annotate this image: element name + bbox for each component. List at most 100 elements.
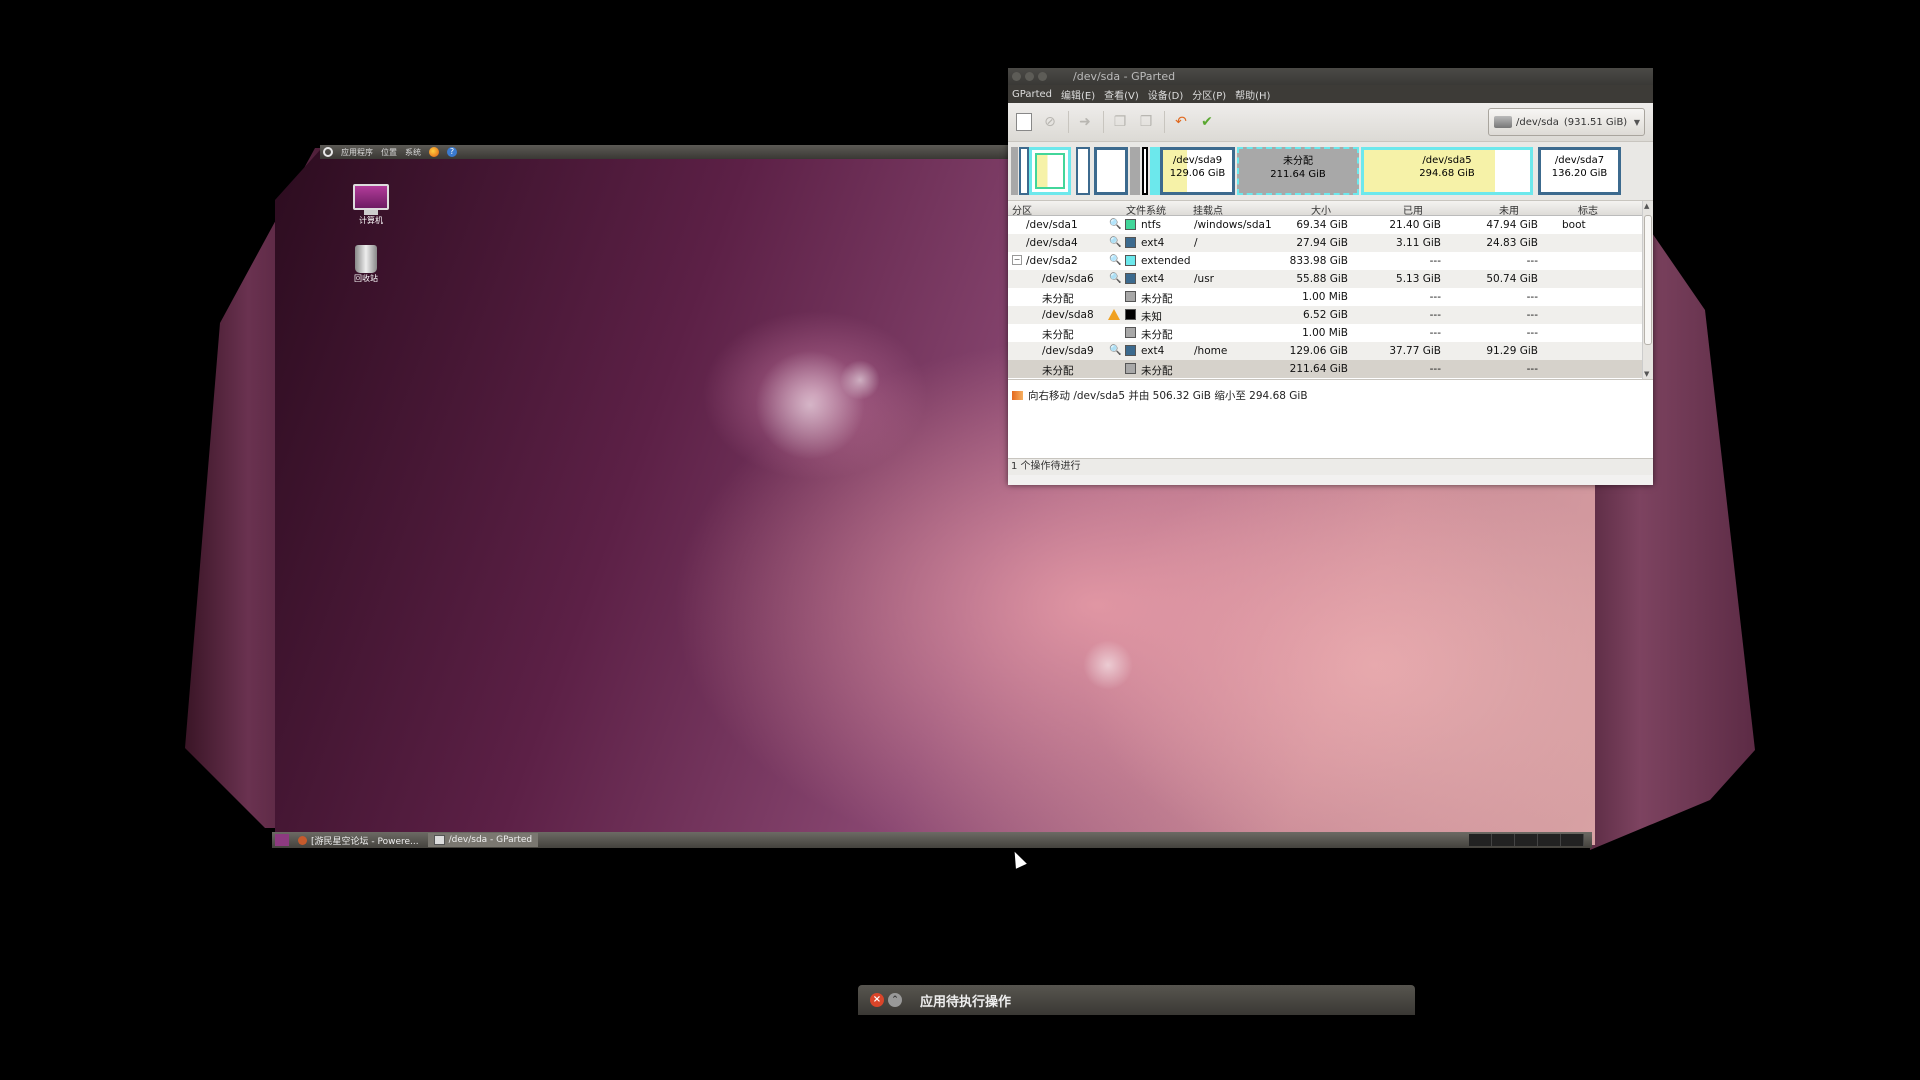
paste-button[interactable]: ❒: [1136, 112, 1156, 132]
scroll-thumb[interactable]: [1644, 215, 1652, 345]
map-segment-sda4[interactable]: [1076, 147, 1090, 195]
maximize-icon[interactable]: ⌃: [888, 993, 902, 1007]
column-filesystem[interactable]: 文件系统: [1126, 202, 1166, 217]
column-partition[interactable]: 分区: [1012, 202, 1032, 217]
column-size[interactable]: 大小: [1311, 202, 1331, 217]
filesystem-color-icon: [1125, 291, 1136, 302]
map-segment-sda6[interactable]: [1094, 147, 1128, 195]
firefox-launcher-icon[interactable]: [429, 147, 439, 157]
partition-table: 分区 文件系统 挂载点 大小 已用 未用 标志 /dev/sda1 🔍 ntfs/w…: [1008, 201, 1653, 380]
column-unused[interactable]: 未用: [1499, 202, 1519, 217]
map-segment-extended[interactable]: [1150, 147, 1160, 195]
map-segment-small[interactable]: [1019, 147, 1029, 195]
close-icon[interactable]: ×: [870, 993, 884, 1007]
toolbar: ⊘ ➜ ❐ ❒ ↶ ✔ /dev/sda (931.51 GiB) ▼: [1008, 103, 1653, 142]
cell-unused: 24.83 GiB: [1486, 237, 1538, 249]
scroll-up-icon[interactable]: ▲: [1644, 202, 1649, 210]
close-icon[interactable]: [1012, 72, 1021, 81]
maximize-icon[interactable]: [1038, 72, 1047, 81]
table-row[interactable]: 未分配 未分配 1.00 MiB --- ---: [1008, 324, 1653, 342]
partition-map[interactable]: /dev/sda9 129.06 GiB 未分配 211.64 GiB /dev…: [1008, 142, 1653, 201]
menu-view[interactable]: 查看(V): [1104, 87, 1139, 102]
cell-filesystem: ext4: [1141, 237, 1165, 249]
device-selector[interactable]: /dev/sda (931.51 GiB) ▼: [1488, 108, 1645, 136]
map-segment-sda8[interactable]: [1142, 147, 1148, 195]
taskbar-item-gparted[interactable]: /dev/sda - GParted: [427, 833, 539, 847]
map-segment-sda1[interactable]: [1029, 147, 1071, 195]
undo-button[interactable]: ↶: [1171, 112, 1191, 132]
cell-used: 37.77 GiB: [1389, 345, 1441, 357]
cell-size: 1.00 MiB: [1302, 291, 1348, 303]
map-segment-sda7[interactable]: /dev/sda7 136.20 GiB: [1538, 147, 1621, 195]
menu-applications[interactable]: 应用程序: [341, 147, 373, 158]
desktop-icon-trash[interactable]: 回收站: [341, 245, 391, 284]
column-flags[interactable]: 标志: [1578, 202, 1598, 217]
column-used[interactable]: 已用: [1403, 202, 1423, 217]
cell-unused: ---: [1526, 309, 1538, 321]
gparted-icon: [433, 835, 445, 845]
apply-operations-dialog: × ⌃ 应用待执行操作: [858, 985, 1415, 1015]
table-row[interactable]: −/dev/sda2 🔍 extended 833.98 GiB --- ---: [1008, 252, 1653, 270]
ubuntu-logo-icon[interactable]: [323, 147, 333, 157]
taskbar-item-label: /dev/sda - GParted: [448, 835, 533, 845]
new-partition-button[interactable]: [1014, 112, 1034, 132]
filesystem-color-icon: [1125, 345, 1136, 356]
table-row[interactable]: /dev/sda1 🔍 ntfs/windows/sda1 69.34 GiB 21.4…: [1008, 216, 1653, 234]
table-row[interactable]: /dev/sda6 🔍 ext4/usr 55.88 GiB 5.13 GiB 50.74…: [1008, 270, 1653, 288]
table-row[interactable]: /dev/sda8 未知 6.52 GiB --- ---: [1008, 306, 1653, 324]
window-titlebar[interactable]: /dev/sda - GParted: [1008, 68, 1653, 85]
help-icon[interactable]: ?: [447, 147, 457, 157]
map-segment-unallocated[interactable]: [1011, 147, 1018, 195]
column-mountpoint[interactable]: 挂载点: [1193, 202, 1223, 217]
menu-places[interactable]: 位置: [381, 147, 397, 158]
menu-device[interactable]: 设备(D): [1148, 87, 1184, 102]
workspace-switcher[interactable]: [1469, 834, 1584, 846]
cell-unused: 47.94 GiB: [1486, 219, 1538, 231]
cell-used: ---: [1429, 255, 1441, 267]
filesystem-color-icon: [1125, 255, 1136, 266]
table-row[interactable]: /dev/sda9 🔍 ext4/home 129.06 GiB 37.77 GiB 91…: [1008, 342, 1653, 360]
device-size: (931.51 GiB): [1563, 116, 1628, 128]
cell-filesystem: extended: [1141, 255, 1191, 267]
collapse-icon[interactable]: −: [1012, 255, 1022, 265]
cell-unused: ---: [1526, 291, 1538, 303]
table-row[interactable]: 未分配 未分配 211.64 GiB --- ---: [1008, 360, 1653, 378]
menu-help[interactable]: 帮助(H): [1235, 87, 1270, 102]
map-segment-sda9[interactable]: /dev/sda9 129.06 GiB: [1160, 147, 1235, 195]
desktop-icon-computer[interactable]: 计算机: [346, 184, 396, 226]
trash-icon: [355, 245, 377, 273]
cell-used: ---: [1429, 363, 1441, 375]
pending-operations-list: 向右移动 /dev/sda5 并由 506.32 GiB 缩小至 294.68 …: [1008, 380, 1653, 458]
top-panel: 应用程序 位置 系统 ?: [320, 145, 1013, 159]
copy-button[interactable]: ❐: [1110, 112, 1130, 132]
table-row[interactable]: /dev/sda4 🔍 ext4 / 27.94 GiB 3.11 GiB 24.83 Gi…: [1008, 234, 1653, 252]
cell-filesystem: 未知: [1141, 311, 1162, 323]
delete-button[interactable]: ⊘: [1040, 112, 1060, 132]
menubar: GParted 编辑(E) 查看(V) 设备(D) 分区(P) 帮助(H): [1008, 85, 1653, 103]
taskbar-item-browser[interactable]: [游民星空论坛 - Powere...: [292, 833, 425, 847]
operation-item[interactable]: 向右移动 /dev/sda5 并由 506.32 GiB 缩小至 294.68 …: [1012, 388, 1308, 403]
scrollbar[interactable]: ▲ ▼: [1642, 201, 1653, 379]
lock-key-icon: 🔍: [1109, 345, 1122, 356]
filesystem-color-icon: [1125, 309, 1136, 320]
minimize-icon[interactable]: [1025, 72, 1034, 81]
show-desktop-icon[interactable]: [275, 834, 289, 846]
cell-filesystem: 未分配: [1141, 329, 1173, 341]
menu-system[interactable]: 系统: [405, 147, 421, 158]
cell-unused: 50.74 GiB: [1486, 273, 1538, 285]
menu-partition[interactable]: 分区(P): [1192, 87, 1226, 102]
menu-edit[interactable]: 编辑(E): [1061, 87, 1095, 102]
map-segment-sda5[interactable]: /dev/sda5 294.68 GiB: [1361, 147, 1533, 195]
scroll-down-icon[interactable]: ▼: [1644, 370, 1649, 378]
menu-gparted[interactable]: GParted: [1012, 89, 1052, 100]
filesystem-color-icon: [1125, 327, 1136, 338]
map-segment-unallocated-moved[interactable]: 未分配 211.64 GiB: [1237, 147, 1359, 195]
apply-button[interactable]: ✔: [1197, 112, 1217, 132]
lock-key-icon: 🔍: [1109, 237, 1122, 248]
cell-filesystem: 未分配: [1141, 365, 1173, 377]
map-segment-unallocated[interactable]: [1130, 147, 1140, 195]
cell-partition: /dev/sda8: [1042, 309, 1094, 321]
table-row[interactable]: 未分配 未分配 1.00 MiB --- ---: [1008, 288, 1653, 306]
resize-move-button[interactable]: ➜: [1075, 112, 1095, 132]
map-label: /dev/sda5 294.68 GiB: [1419, 155, 1475, 179]
